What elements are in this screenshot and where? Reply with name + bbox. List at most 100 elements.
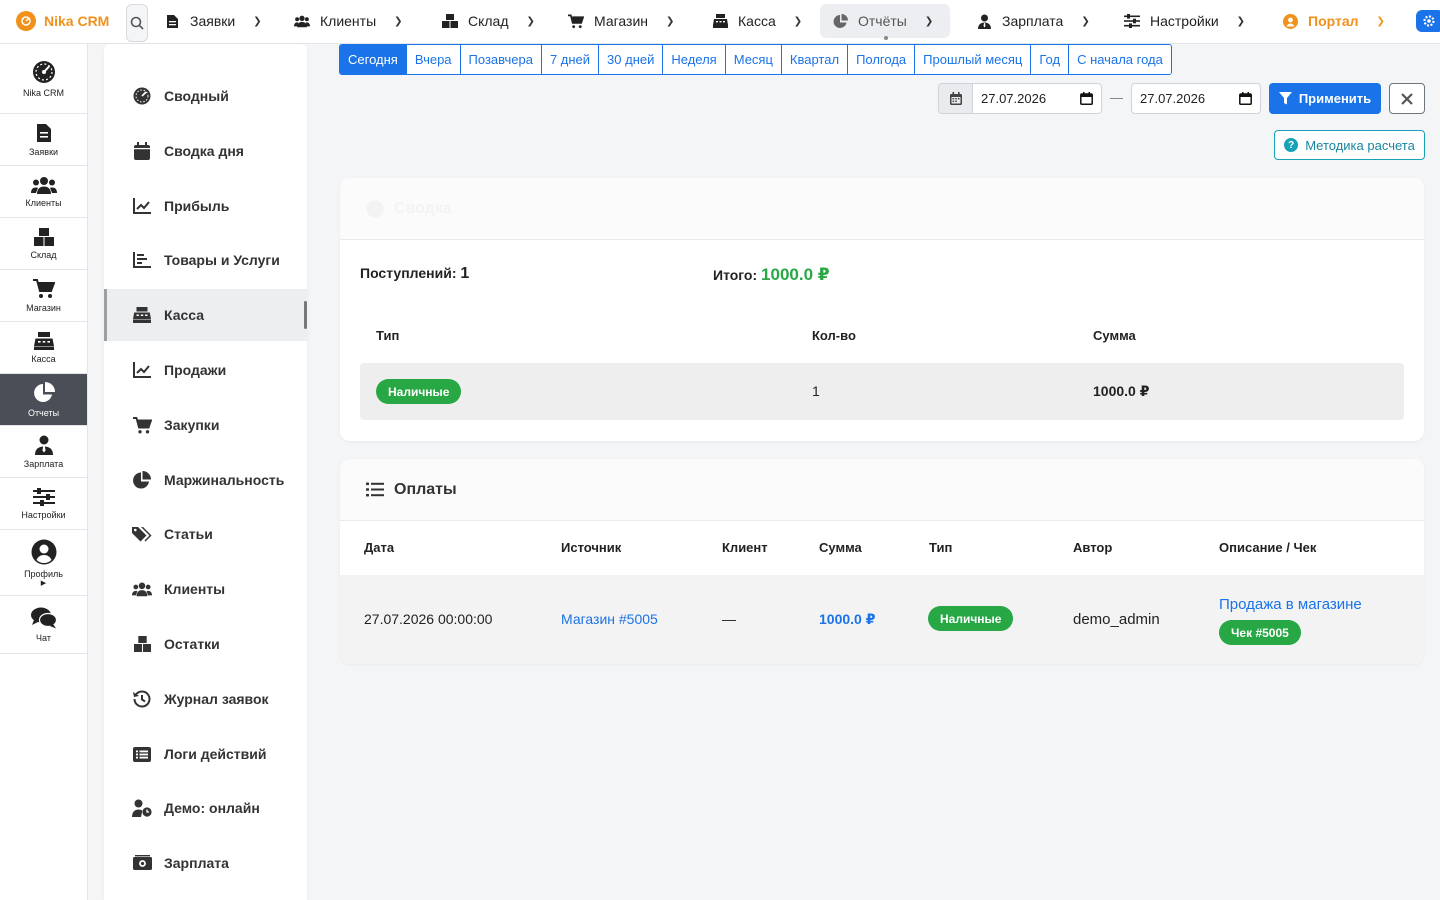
- submenu-item-demo-online[interactable]: Демо: онлайн: [104, 782, 307, 834]
- chevron-down-icon: ❯: [526, 15, 535, 27]
- sidebar-item-settings[interactable]: Настройки: [0, 478, 87, 530]
- sidebar-item-home[interactable]: Nika CRM: [0, 44, 87, 114]
- row-sum: 1000.0 ₽: [1093, 383, 1150, 399]
- submenu-item-cash[interactable]: Касса: [104, 289, 307, 341]
- pie-chart-icon: [132, 470, 152, 490]
- submenu-item-salary[interactable]: Зарплата: [104, 837, 307, 889]
- period-yesterday[interactable]: Вчера: [406, 45, 461, 74]
- submenu-item-purchases[interactable]: Закупки: [104, 399, 307, 451]
- submenu-item-orders-log[interactable]: Журнал заявок: [104, 673, 307, 725]
- calendar-icon: [949, 92, 962, 105]
- payment-description-link[interactable]: Продажа в магазине: [1219, 596, 1362, 613]
- sidebar-item-salary[interactable]: Зарплата: [0, 426, 87, 478]
- submenu-item-goods-services[interactable]: Товары и Услуги: [104, 234, 307, 286]
- sidebar-item-orders[interactable]: Заявки: [0, 114, 87, 166]
- sidebar-item-reports[interactable]: Отчеты: [0, 374, 87, 426]
- caret-right-icon: ▶: [40, 579, 47, 587]
- user-circle-icon: [31, 539, 56, 564]
- user-tie-icon: [34, 435, 53, 455]
- payment-source-link[interactable]: Магазин #5005: [561, 611, 658, 627]
- bar-chart-icon: [132, 250, 152, 270]
- sidebar-item-warehouse[interactable]: Склад: [0, 218, 87, 270]
- close-icon: [1401, 92, 1413, 105]
- sidebar-item-clients[interactable]: Клиенты: [0, 166, 87, 218]
- period-button-group: Сегодня Вчера Позавчера 7 дней 30 дней Н…: [339, 44, 1172, 75]
- nav-reports[interactable]: Отчёты ❯: [820, 4, 950, 38]
- period-year-to-date[interactable]: С начала года: [1069, 45, 1171, 74]
- summary-card-header: Сводка: [340, 178, 1424, 240]
- money-icon: [132, 853, 152, 873]
- filter-icon: [1278, 92, 1292, 105]
- sidebar-item-shop[interactable]: Магазин: [0, 270, 87, 322]
- submenu-item-articles[interactable]: Статьи: [104, 508, 307, 560]
- table-row: 27.07.2026 00:00:00 Магазин #5005 — 1000…: [340, 575, 1424, 664]
- period-week[interactable]: Неделя: [663, 45, 726, 74]
- period-30-days[interactable]: 30 дней: [599, 45, 664, 74]
- sidebar-item-cash[interactable]: Касса: [0, 322, 87, 374]
- brand-link[interactable]: Nika CRM: [16, 11, 109, 31]
- column-header-sum: Сумма: [1093, 328, 1136, 343]
- calendar-picker-icon[interactable]: [1080, 92, 1093, 105]
- cash-register-icon: [132, 305, 152, 325]
- submenu-item-sales[interactable]: Продажи: [104, 344, 307, 396]
- chevron-down-icon: ❯: [1376, 15, 1385, 27]
- calendar-addon: [938, 83, 972, 114]
- nav-portal[interactable]: Портал ❯: [1270, 4, 1397, 38]
- sidebar-item-chat[interactable]: Чат: [0, 596, 87, 654]
- gauge-icon: [132, 86, 152, 106]
- submenu-item-margin[interactable]: Маржинальность: [104, 454, 307, 506]
- period-today[interactable]: Сегодня: [340, 45, 407, 74]
- search-button[interactable]: [126, 4, 148, 42]
- nav-shop[interactable]: Магазин ❯: [556, 4, 686, 38]
- submenu-item-action-logs[interactable]: Логи действий: [104, 728, 307, 780]
- search-icon: [130, 16, 144, 30]
- settings-gear-button[interactable]: [1416, 10, 1440, 32]
- column-header-date: Дата: [364, 540, 395, 555]
- boxes-icon: [132, 634, 152, 654]
- chevron-down-icon: ❯: [1081, 15, 1090, 27]
- nav-orders[interactable]: Заявки ❯: [152, 4, 274, 38]
- submenu-item-day-summary[interactable]: Сводка дня: [104, 125, 307, 177]
- payments-card: Оплаты Дата Источник Клиент Сумма Тип Ав…: [340, 459, 1424, 664]
- date-to-input[interactable]: 27.07.2026: [1131, 83, 1261, 114]
- reset-filter-button[interactable]: [1389, 83, 1425, 114]
- receipt-badge[interactable]: Чек #5005: [1219, 620, 1301, 645]
- tags-icon: [132, 524, 152, 544]
- nav-settings[interactable]: Настройки ❯: [1112, 4, 1257, 38]
- apply-button[interactable]: Применить: [1269, 83, 1381, 114]
- active-indicator-dot: [884, 36, 888, 40]
- payments-card-header: Оплаты: [340, 459, 1424, 521]
- nav-cash[interactable]: Касса ❯: [700, 4, 814, 38]
- period-quarter[interactable]: Квартал: [781, 45, 849, 74]
- nav-warehouse[interactable]: Склад ❯: [430, 4, 547, 38]
- calculation-method-button[interactable]: ? Методика расчета: [1274, 130, 1425, 160]
- calendar-picker-icon[interactable]: [1239, 92, 1252, 105]
- users-icon: [30, 176, 57, 194]
- gear-icon: [1423, 15, 1435, 27]
- nav-clients[interactable]: Клиенты ❯: [282, 4, 415, 38]
- sidebar-item-profile[interactable]: Профиль ▶: [0, 530, 87, 596]
- period-half-year[interactable]: Полгода: [848, 45, 916, 74]
- question-circle-icon: ?: [1284, 138, 1299, 152]
- submenu-item-summary[interactable]: Сводный: [104, 70, 307, 122]
- cart-icon: [132, 415, 152, 435]
- history-icon: [132, 689, 152, 709]
- payment-type-badge: Наличные: [376, 379, 462, 404]
- boxes-icon: [33, 227, 54, 246]
- submenu-item-clients[interactable]: Клиенты: [104, 563, 307, 615]
- payments-title: Оплаты: [394, 480, 457, 498]
- period-month[interactable]: Месяц: [725, 45, 782, 74]
- submenu-item-profit[interactable]: Прибыль: [104, 180, 307, 232]
- date-from-input[interactable]: 27.07.2026: [972, 83, 1102, 114]
- users-icon: [294, 13, 310, 29]
- left-icon-sidebar: Nika CRM Заявки Клиенты Склад Магазин Ка…: [0, 44, 88, 900]
- column-header-author: Автор: [1073, 540, 1113, 555]
- nav-salary[interactable]: Зарплата ❯: [964, 4, 1102, 38]
- date-range-separator: —: [1110, 90, 1123, 105]
- submenu-item-stock[interactable]: Остатки: [104, 618, 307, 670]
- period-day-before[interactable]: Позавчера: [460, 45, 542, 74]
- period-7-days[interactable]: 7 дней: [541, 45, 600, 74]
- period-last-month[interactable]: Прошлый месяц: [915, 45, 1032, 74]
- line-chart-icon: [132, 196, 152, 216]
- period-year[interactable]: Год: [1031, 45, 1070, 74]
